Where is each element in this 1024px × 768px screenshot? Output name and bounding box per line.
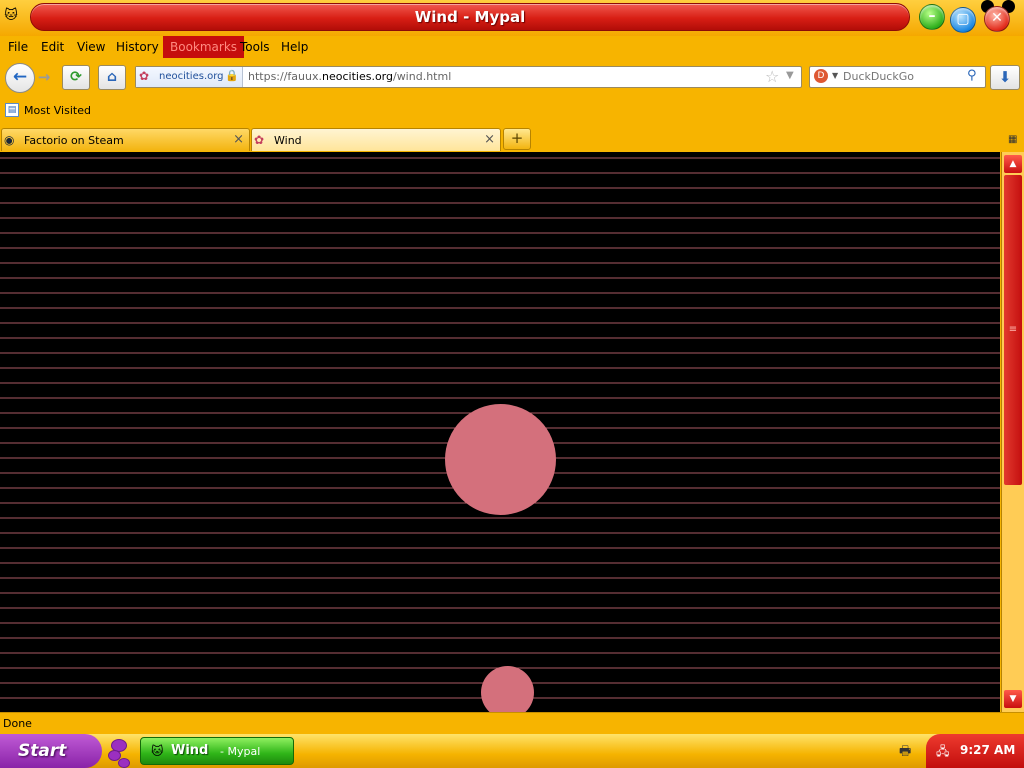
menu-history[interactable]: History bbox=[116, 40, 159, 54]
url-bar[interactable]: ✿ neocities.org 🔒 https://fauux.neocitie… bbox=[135, 66, 802, 88]
pink-circle-small bbox=[481, 666, 534, 712]
window-title: Wind - Mypal bbox=[414, 8, 526, 26]
tab-wind[interactable]: ✿ Wind × bbox=[251, 128, 501, 151]
forward-button[interactable]: → bbox=[35, 68, 53, 86]
page-content[interactable] bbox=[0, 152, 1000, 712]
url-host: neocities.org bbox=[322, 70, 393, 83]
status-text: Done bbox=[3, 717, 32, 730]
title-bar: 🐱 Wind - Mypal – ▢ ✕ bbox=[0, 0, 1024, 36]
quick-launch-bubble[interactable] bbox=[118, 758, 130, 768]
printer-tray-icon[interactable]: 🖶 bbox=[899, 742, 911, 764]
tab-bar: ◉ Factorio on Steam × ✿ Wind × + ▦ bbox=[0, 124, 1024, 151]
back-button[interactable]: ← bbox=[5, 63, 35, 93]
bookmark-star-icon[interactable]: ☆ bbox=[765, 67, 779, 86]
title-pill: Wind - Mypal bbox=[30, 3, 910, 31]
bookmarks-toolbar: ▤ Most Visited bbox=[0, 98, 1024, 124]
duckduckgo-icon[interactable]: D bbox=[814, 69, 828, 83]
scroll-up-arrow-icon[interactable]: ▲ bbox=[1004, 155, 1022, 173]
menu-bookmarks[interactable]: Bookmarks bbox=[163, 36, 245, 58]
mypal-logo-icon[interactable]: 🐱 bbox=[2, 8, 20, 24]
maximize-button[interactable]: ▢ bbox=[950, 7, 976, 33]
home-icon: ⌂ bbox=[106, 69, 118, 85]
neocities-icon: ✿ bbox=[254, 133, 265, 147]
search-input[interactable] bbox=[843, 68, 961, 84]
tab-close-icon[interactable]: × bbox=[233, 132, 244, 147]
menu-edit[interactable]: Edit bbox=[41, 40, 64, 54]
task-label: Wind bbox=[171, 743, 209, 758]
list-all-tabs-icon[interactable]: ▦ bbox=[1008, 134, 1017, 145]
start-button[interactable]: Start bbox=[0, 734, 102, 768]
plus-icon: + bbox=[510, 129, 524, 147]
search-engine-dropdown-icon[interactable]: ▼ bbox=[832, 71, 838, 80]
menu-view[interactable]: View bbox=[77, 40, 105, 54]
menu-help[interactable]: Help bbox=[281, 40, 308, 54]
reload-button[interactable]: ⟳ bbox=[62, 65, 90, 90]
url-dropdown-icon[interactable]: ▼ bbox=[786, 70, 794, 81]
most-visited-icon: ▤ bbox=[5, 103, 19, 117]
pink-circle-large bbox=[445, 404, 556, 515]
identity-host: neocities.org bbox=[159, 71, 224, 82]
scroll-thumb[interactable]: ≡ bbox=[1004, 175, 1022, 485]
mypal-logo-icon: 🐱 bbox=[151, 744, 164, 758]
reload-icon: ⟳ bbox=[70, 69, 82, 85]
neocities-icon: ✿ bbox=[139, 69, 150, 83]
tab-label: Wind bbox=[274, 134, 302, 147]
network-tray-icon[interactable]: 🖧 bbox=[936, 742, 949, 763]
url-path: /wind.html bbox=[392, 70, 452, 83]
menu-tools[interactable]: Tools bbox=[240, 40, 270, 54]
tab-close-icon[interactable]: × bbox=[484, 132, 495, 147]
system-tray: 🖧 9:27 AM bbox=[926, 734, 1024, 768]
vertical-scrollbar[interactable]: ▲ ≡ ▼ bbox=[1001, 152, 1024, 712]
download-arrow-icon: ⬇ bbox=[998, 68, 1012, 86]
status-bar: Done bbox=[0, 712, 1024, 735]
scroll-down-arrow-icon[interactable]: ▼ bbox=[1004, 690, 1022, 708]
menu-bar: File Edit View History Bookmarks Tools H… bbox=[0, 36, 1024, 58]
back-arrow-icon: ← bbox=[12, 67, 28, 87]
search-icon[interactable]: ⚲ bbox=[967, 68, 977, 83]
minimize-button[interactable]: – bbox=[919, 4, 945, 30]
url-text[interactable]: https://fauux.neocities.org/wind.html bbox=[248, 70, 451, 83]
navigation-toolbar: ← → ⟳ ⌂ ✿ neocities.org 🔒 https://fauux.… bbox=[0, 58, 1024, 98]
task-sub: - Mypal bbox=[220, 745, 261, 758]
downloads-button[interactable]: ⬇ bbox=[990, 65, 1020, 90]
tab-label: Factorio on Steam bbox=[24, 134, 124, 147]
home-button[interactable]: ⌂ bbox=[98, 65, 126, 90]
taskbar: Start 🐱 Wind - Mypal 🖶 🖧 9:27 AM bbox=[0, 734, 1024, 768]
site-identity-button[interactable]: ✿ neocities.org 🔒 bbox=[136, 67, 243, 87]
lock-icon: 🔒 bbox=[225, 69, 239, 82]
url-prefix: https://fauux. bbox=[248, 70, 322, 83]
taskbar-item-wind[interactable]: 🐱 Wind - Mypal bbox=[140, 737, 294, 765]
forward-arrow-icon: → bbox=[37, 68, 51, 86]
bookmark-most-visited[interactable]: Most Visited bbox=[24, 104, 91, 117]
new-tab-button[interactable]: + bbox=[503, 128, 531, 150]
tab-factorio[interactable]: ◉ Factorio on Steam × bbox=[1, 128, 250, 151]
clock[interactable]: 9:27 AM bbox=[960, 743, 1015, 757]
steam-icon: ◉ bbox=[4, 133, 15, 147]
menu-file[interactable]: File bbox=[8, 40, 28, 54]
close-button[interactable]: ✕ bbox=[984, 6, 1010, 32]
search-bar[interactable]: D ▼ ⚲ bbox=[809, 66, 986, 88]
